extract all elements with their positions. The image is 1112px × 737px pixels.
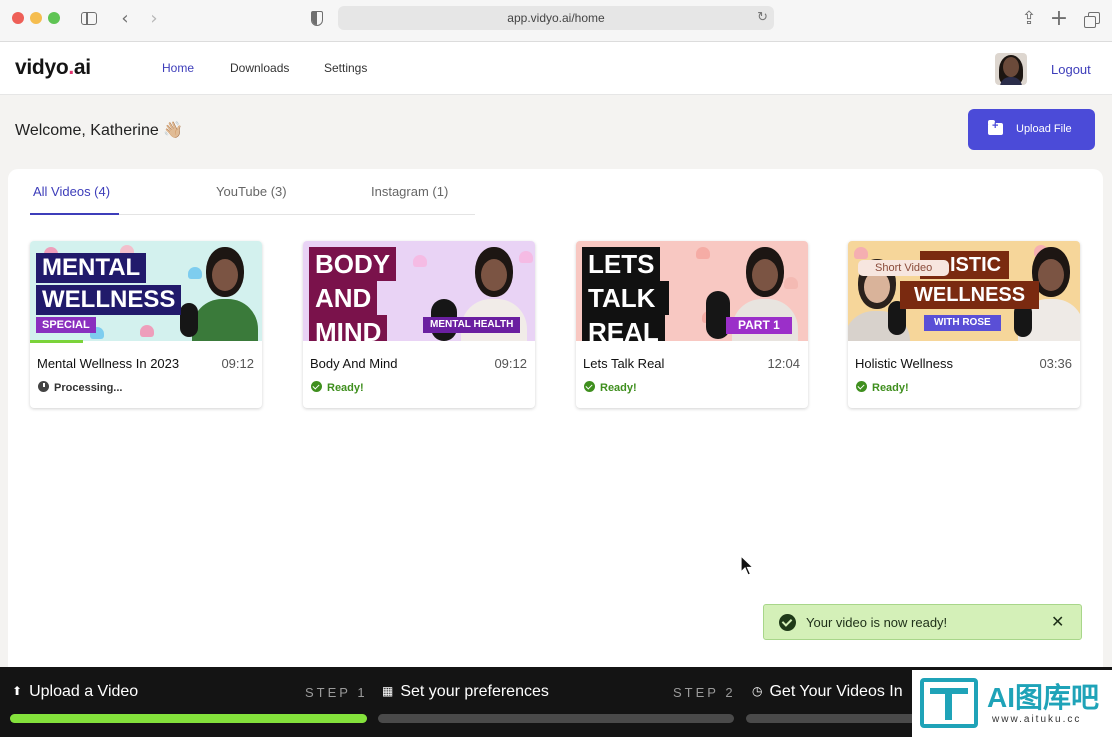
back-arrow-icon[interactable]: ‹ <box>114 8 136 30</box>
video-duration: 09:12 <box>494 356 527 371</box>
thumb-line: MIND <box>309 315 388 341</box>
video-duration: 09:12 <box>221 356 254 371</box>
status-text: Ready! <box>600 382 637 394</box>
mouse-cursor-icon <box>740 555 754 576</box>
thumb-line: WELLNESS <box>900 281 1040 309</box>
tab-youtube[interactable]: YouTube (3) <box>216 184 287 199</box>
step-label: Set your preferences <box>400 683 549 700</box>
nav-downloads[interactable]: Downloads <box>230 61 289 75</box>
minimize-window-button[interactable] <box>30 12 42 24</box>
thumb-tag: WITH ROSE <box>924 315 1001 331</box>
folder-plus-icon <box>988 120 1003 135</box>
close-window-button[interactable] <box>12 12 24 24</box>
video-title: Holistic Wellness <box>855 356 954 371</box>
watermark: AI图库吧 www.aituku.cc <box>912 670 1112 737</box>
grid-icon: ▦ <box>382 684 394 698</box>
video-filter-tabs: All Videos (4) YouTube (3) Instagram (1) <box>30 169 475 215</box>
app-header: vidyo.ai Home Downloads Settings Logout <box>0 42 1112 95</box>
clock-icon <box>38 381 49 392</box>
watermark-logo-icon <box>920 678 978 728</box>
status-badge: Ready! <box>584 381 637 394</box>
status-badge: Ready! <box>311 381 364 394</box>
toast-message: Your video is now ready! <box>806 615 948 630</box>
video-duration: 12:04 <box>767 356 800 371</box>
new-tab-icon[interactable]: + <box>1048 8 1070 30</box>
thumb-line: AND <box>309 281 378 315</box>
video-card[interactable]: BODY AND MIND MENTAL HEALTH Body And Min… <box>303 241 535 408</box>
video-card[interactable]: MENTAL WELLNESS SPECIAL Mental Wellness … <box>30 241 262 408</box>
thumb-tag: PART 1 <box>726 317 792 334</box>
close-icon[interactable]: ✕ <box>1051 612 1064 631</box>
thumb-tag: MENTAL HEALTH <box>423 317 521 333</box>
thumb-line: BODY <box>309 247 397 281</box>
reload-icon[interactable]: ↻ <box>757 6 768 30</box>
check-circle-icon <box>584 381 595 392</box>
logo-text-tail: ai <box>73 56 91 79</box>
video-card[interactable]: LETS TALK REAL PART 1 Lets Talk Real 12:… <box>576 241 808 408</box>
success-toast: Your video is now ready! ✕ <box>763 604 1082 640</box>
step-progress-bar <box>378 714 734 723</box>
watermark-url: www.aituku.cc <box>992 714 1082 725</box>
status-text: Ready! <box>872 382 909 394</box>
browser-toolbar: ‹ › app.vidyo.ai/home ↻ ⇪ + <box>0 0 1112 42</box>
video-thumbnail[interactable]: MENTAL WELLNESS SPECIAL <box>30 241 262 341</box>
share-icon[interactable]: ⇪ <box>1018 8 1040 30</box>
logo-text: vidyo <box>15 56 69 79</box>
status-text: Processing... <box>54 382 123 394</box>
welcome-message: Welcome, Katherine 👋🏼 <box>15 122 184 139</box>
video-title: Mental Wellness In 2023 <box>37 356 180 371</box>
check-circle-icon <box>856 381 867 392</box>
check-circle-icon <box>779 614 796 631</box>
thumb-line: WELLNESS <box>36 285 182 315</box>
thumb-tag: SPECIAL <box>36 317 96 333</box>
logout-link[interactable]: Logout <box>1051 62 1091 77</box>
step-label: Get Your Videos In <box>769 683 903 700</box>
check-circle-icon <box>311 381 322 392</box>
sidebar-toggle-icon[interactable] <box>78 8 100 30</box>
status-text: Ready! <box>327 382 364 394</box>
upload-file-button[interactable]: Upload File <box>968 109 1095 150</box>
step-progress-bar <box>746 714 926 723</box>
active-tab-indicator <box>30 213 119 215</box>
step-get-videos[interactable]: ◷ Get Your Videos In <box>752 683 903 701</box>
thumb-line: TALK <box>582 281 670 315</box>
video-duration: 03:36 <box>1039 356 1072 371</box>
privacy-shield-icon[interactable] <box>306 8 328 30</box>
zoom-window-button[interactable] <box>48 12 60 24</box>
forward-arrow-icon[interactable]: › <box>143 8 165 30</box>
thumb-line: REAL <box>582 315 665 341</box>
upload-arrow-icon: ⬆ <box>12 684 23 698</box>
thumb-line: LETS <box>582 247 661 281</box>
clock-icon: ◷ <box>752 684 763 698</box>
short-video-badge: Short Video <box>858 260 950 276</box>
video-title: Lets Talk Real <box>583 356 665 371</box>
status-badge: Ready! <box>856 381 909 394</box>
vidyo-logo[interactable]: vidyo.ai <box>15 56 91 80</box>
status-badge: Processing... <box>38 381 122 394</box>
video-thumbnail[interactable]: ISTIC WELLNESS WITH ROSE Short Video <box>848 241 1080 341</box>
address-bar[interactable]: app.vidyo.ai/home ↻ <box>338 6 774 30</box>
step-number: STEP 1 <box>305 685 368 700</box>
step-number: STEP 2 <box>673 685 736 700</box>
address-url: app.vidyo.ai/home <box>507 11 605 25</box>
video-title: Body And Mind <box>310 356 398 371</box>
nav-home[interactable]: Home <box>162 61 194 75</box>
avatar[interactable] <box>995 53 1027 85</box>
thumb-line: MENTAL <box>36 253 147 283</box>
watermark-text: AI图库吧 <box>987 682 1100 713</box>
step-upload-video[interactable]: ⬆ Upload a Video <box>12 683 138 701</box>
tab-overview-icon[interactable] <box>1081 8 1103 30</box>
step-label: Upload a Video <box>29 683 139 700</box>
upload-file-label: Upload File <box>1016 123 1072 135</box>
processing-progress-bar <box>30 340 84 343</box>
video-card[interactable]: ISTIC WELLNESS WITH ROSE Short Video Hol… <box>848 241 1080 408</box>
video-thumbnail[interactable]: LETS TALK REAL PART 1 <box>576 241 808 341</box>
tab-all-videos[interactable]: All Videos (4) <box>33 184 110 199</box>
tab-instagram[interactable]: Instagram (1) <box>371 184 448 199</box>
step-set-preferences[interactable]: ▦ Set your preferences <box>382 683 549 701</box>
step-progress-bar <box>10 714 367 723</box>
videos-panel: All Videos (4) YouTube (3) Instagram (1)… <box>8 169 1103 667</box>
nav-settings[interactable]: Settings <box>324 61 367 75</box>
video-thumbnail[interactable]: BODY AND MIND MENTAL HEALTH <box>303 241 535 341</box>
